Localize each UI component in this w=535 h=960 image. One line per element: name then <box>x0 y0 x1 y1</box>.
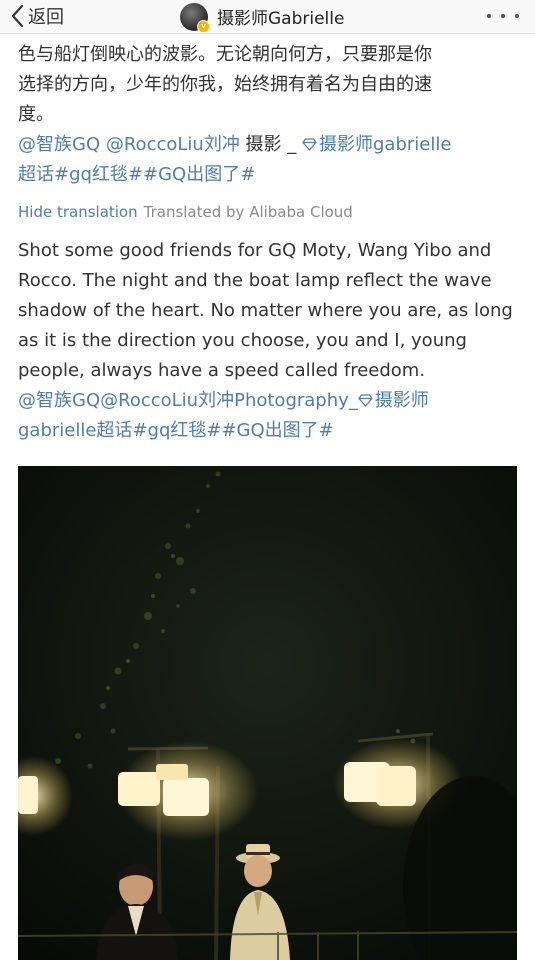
mention-rocco-link[interactable]: @RoccoLiu刘冲 <box>100 390 234 411</box>
hashtag-link[interactable]: #gq红毯# <box>54 164 143 185</box>
hashtag-link[interactable]: #gq红毯# <box>132 420 221 441</box>
diamond-icon <box>302 138 317 151</box>
supertopic-name: 摄影师gabrielle <box>319 134 452 155</box>
hide-translation-link[interactable]: Hide translation <box>18 203 138 221</box>
post-content: 色与船灯倒映心的波影。无论朝向何方，只要那是你 选择的方向，少年的你我，始终拥有着… <box>18 40 518 446</box>
page-title: 摄影师Gabrielle <box>217 9 345 29</box>
supertopic-suffix-link[interactable]: gabrielle超话 <box>18 420 132 441</box>
mention-gq-link[interactable]: @智族GQ <box>18 390 100 411</box>
avatar[interactable]: v <box>180 2 210 33</box>
diamond-icon <box>358 394 373 407</box>
cn-line-3: 度。 <box>18 104 54 125</box>
hashtag-link[interactable]: #GQ出图了# <box>221 420 333 441</box>
top-navbar: 返回 v 摄影师Gabrielle <box>0 0 535 34</box>
cn-line-2: 选择的方向，少年的你我，始终拥有着名为自由的速 <box>18 74 432 95</box>
chinese-text: 色与船灯倒映心的波影。无论朝向何方，只要那是你 选择的方向，少年的你我，始终拥有着… <box>18 40 518 190</box>
more-button[interactable] <box>487 7 519 25</box>
supertopic-suffix-link[interactable]: 超话 <box>18 164 54 185</box>
verified-badge-icon: v <box>197 19 210 33</box>
more-dots-icon <box>487 14 491 18</box>
mention-rocco-link[interactable]: @RoccoLiu刘冲 <box>106 134 240 155</box>
nav-profile[interactable]: v 摄影师Gabrielle <box>180 1 345 33</box>
photo-label: 摄影 _ <box>239 134 302 155</box>
supertopic-link[interactable]: 摄影师gabrielle <box>302 134 451 155</box>
chevron-left-icon <box>10 4 24 28</box>
hashtag-link[interactable]: #GQ出图了# <box>143 164 255 185</box>
translated-by-note: Translated by Alibaba Cloud <box>143 203 353 221</box>
supertopic-link[interactable]: 摄影师 <box>358 390 429 411</box>
photography-label[interactable]: Photography_ <box>234 390 358 411</box>
translation-bar: Hide translation Translated by Alibaba Cl… <box>18 202 518 222</box>
supertopic-name: 摄影师 <box>374 390 429 411</box>
mention-gq-link[interactable]: @智族GQ <box>18 134 100 155</box>
english-body: Shot some good friends for GQ Moty, Wang… <box>18 240 513 381</box>
english-translation: Shot some good friends for GQ Moty, Wang… <box>18 236 518 446</box>
back-label: 返回 <box>28 7 64 28</box>
post-photo[interactable] <box>18 466 517 960</box>
cn-line-1: 色与船灯倒映心的波影。无论朝向何方，只要那是你 <box>18 44 432 65</box>
back-button[interactable]: 返回 <box>10 3 64 29</box>
